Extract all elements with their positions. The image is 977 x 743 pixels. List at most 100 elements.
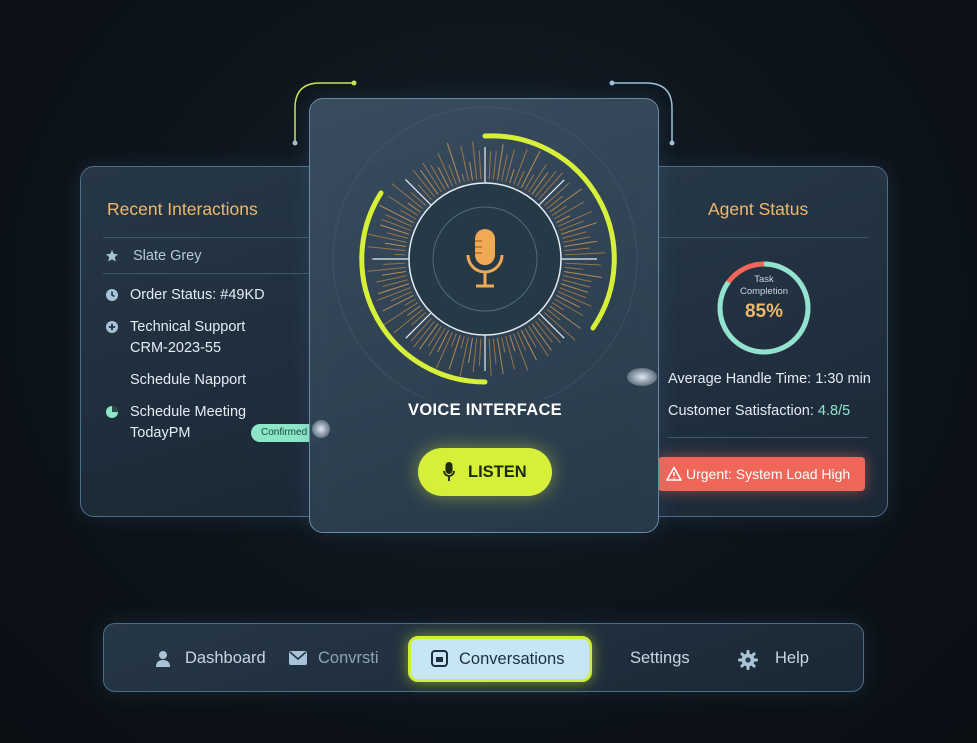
visualizer-spoke (405, 179, 432, 206)
voice-interface-title: VOICE INTERFACE (408, 401, 562, 419)
clock-icon (106, 289, 118, 301)
visualizer-tick (509, 169, 515, 184)
visualizer-tick (492, 338, 497, 365)
visualizer-tick (538, 172, 563, 200)
visualizer-tick (564, 252, 606, 256)
pie-icon (106, 406, 118, 418)
visualizer-tick (505, 336, 515, 370)
nav-settings[interactable]: Settings (630, 624, 690, 693)
visualizer-tick (367, 266, 406, 272)
visualizer-tick (549, 188, 583, 213)
visualizer-tick (461, 173, 465, 182)
visualizer-tick (390, 291, 413, 302)
visualizer-tick (564, 247, 591, 252)
average-handle-time: Average Handle Time: 1:30 min (668, 371, 871, 387)
visualizer-tick (492, 151, 497, 180)
recent-interactions-panel: Recent Interactions Slate Grey Order Sta… (80, 166, 328, 517)
visualizer-tick (564, 262, 601, 266)
visualizer-tick (381, 218, 411, 231)
visualizer-tick (549, 305, 581, 329)
star-icon (106, 250, 118, 262)
visualizer-tick (472, 338, 478, 373)
visualizer-tick (450, 333, 457, 347)
urgent-alert[interactable]: Urgent: System Load High (658, 457, 865, 491)
inbox-icon (431, 650, 448, 667)
plus-circle-icon (106, 321, 118, 333)
glow-accent (312, 420, 330, 438)
bottom-navigation: Dashboard Convrsti Conversations Setting… (103, 623, 864, 692)
visualizer-tick (393, 308, 424, 334)
visualizer-spoke (405, 312, 432, 339)
visualizer-tick (437, 166, 450, 188)
visualizer-tick (556, 294, 580, 308)
visualizer-tick (460, 145, 469, 181)
visualizer-tick (563, 240, 598, 247)
user-icon (156, 651, 170, 667)
visualizer-tick (559, 220, 584, 231)
visualizer-tick (411, 312, 426, 326)
visualizer-tick (501, 337, 506, 353)
listen-button[interactable]: LISTEN (418, 448, 552, 496)
visualizer-tick (383, 262, 406, 265)
visualizer-tick (497, 337, 504, 375)
glow-accent (627, 368, 657, 386)
visualizer-tick (367, 233, 407, 243)
visualizer-tick (427, 325, 442, 347)
visualizer-tick (546, 308, 561, 321)
visualizer-tick (524, 328, 537, 348)
visualizer-tick (379, 224, 410, 235)
visualizer-tick (406, 305, 421, 316)
visualizer-tick (448, 334, 461, 370)
visualizer-tick (478, 150, 482, 180)
recent-interactions-title: Recent Interactions (107, 199, 258, 219)
visualizer-tick (488, 151, 492, 180)
customer-satisfaction: Customer Satisfaction: 4.8/5 (668, 403, 851, 419)
microphone-icon (443, 462, 455, 481)
visualizer-tick (381, 271, 407, 276)
visualizer-tick (509, 334, 516, 352)
visualizer-tick (564, 266, 584, 270)
visualizer-tick (410, 192, 426, 206)
gauge-label: Task Completion (739, 274, 789, 297)
visualizer-tick (478, 338, 482, 366)
divider (656, 237, 868, 238)
microphone-icon (466, 229, 504, 288)
agent-status-panel: Agent Status Task Completion 85% Average… (645, 166, 888, 517)
visualizer-tick (367, 246, 406, 252)
visualizer-tick (459, 337, 469, 378)
visualizer-tick (559, 287, 587, 299)
visualizer-spoke (538, 312, 565, 339)
visualizer-tick (472, 141, 478, 180)
visualizer-spoke (538, 179, 565, 206)
voice-interface-panel: VOICE INTERFACE LISTEN (309, 98, 659, 533)
visualizer-tick (546, 195, 564, 210)
divider (103, 273, 323, 274)
visualizer-tick (382, 302, 419, 326)
visualizer-tick (437, 330, 450, 353)
visualizer-tick (544, 312, 576, 341)
divider (103, 237, 323, 238)
visualizer-tick (400, 209, 416, 220)
visualizer-tick (560, 222, 597, 235)
visualizer-tick (497, 144, 504, 181)
visualizer-tick (417, 184, 432, 200)
agent-status-title: Agent Status (708, 199, 809, 219)
visualizer-tick (394, 253, 406, 256)
visualizer-tick (460, 336, 465, 349)
visualizer-tick (488, 338, 492, 377)
mail-icon (289, 651, 307, 665)
visualizer-tick (404, 298, 416, 306)
warning-icon (666, 466, 682, 481)
visualizer-tick (391, 183, 424, 210)
visualizer-tick (384, 242, 407, 247)
visualizer-tick (468, 337, 473, 364)
visualizer-tick (551, 205, 567, 216)
visualizer-tick (469, 161, 473, 181)
gauge-value: 85% (744, 301, 784, 322)
visualizer-tick (386, 232, 408, 239)
divider (668, 437, 868, 438)
visualizer-tick (384, 214, 413, 227)
gear-icon (738, 650, 758, 670)
visualizer-tick (501, 154, 508, 181)
nav-conversations[interactable]: Conversations (408, 636, 592, 682)
